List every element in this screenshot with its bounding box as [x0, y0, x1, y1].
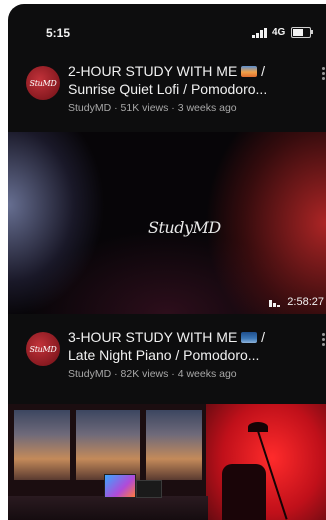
video-item[interactable]: StuMD 2-HOUR STUDY WITH ME / Sunrise Qui…	[8, 58, 326, 132]
phone-screen: 5:15 4G StuMD 2-HOUR STUDY WITH ME / Sun…	[8, 4, 326, 520]
video-title-suffix: /	[261, 63, 265, 79]
video-title[interactable]: 2-HOUR STUDY WITH ME / Sunrise Quiet Lof…	[68, 62, 318, 98]
video-meta: StudyMD · 51K views · 3 weeks ago	[68, 102, 237, 114]
more-vert-icon[interactable]	[322, 66, 326, 84]
status-bar: 5:15 4G	[8, 4, 326, 52]
video-title[interactable]: 3-HOUR STUDY WITH ME / Late Night Piano …	[68, 328, 318, 364]
video-item[interactable]: StuMD 3-HOUR STUDY WITH ME / Late Night …	[8, 324, 326, 398]
monitor	[136, 480, 162, 498]
network-type: 4G	[272, 27, 286, 38]
window-pane	[146, 410, 202, 480]
status-time: 5:15	[46, 26, 71, 40]
window-pane	[76, 410, 140, 480]
duration-text: 2:58:27	[287, 296, 324, 308]
channel-avatar[interactable]: StuMD	[26, 66, 60, 100]
lamp-head	[248, 422, 268, 432]
monitor	[104, 474, 136, 498]
video-title-line2: Late Night Piano / Pomodoro...	[68, 347, 260, 363]
video-title-line1: 3-HOUR STUDY WITH ME	[68, 329, 238, 345]
video-title-suffix: /	[261, 329, 265, 345]
battery-icon	[291, 27, 311, 38]
signal-bars-icon	[252, 28, 268, 38]
video-thumbnail[interactable]: StudyMD 2:58:27	[8, 132, 326, 314]
desk	[8, 496, 208, 520]
video-title-line1: 2-HOUR STUDY WITH ME	[68, 63, 238, 79]
sunrise-emoji-icon	[241, 66, 258, 77]
duration-badge: 2:58:27	[269, 296, 324, 308]
thumbnail-watermark: StudyMD	[148, 218, 221, 237]
battery-tip	[311, 30, 313, 34]
chair	[222, 464, 266, 520]
channel-avatar[interactable]: StuMD	[26, 332, 60, 366]
night-city-emoji-icon	[241, 332, 258, 343]
video-meta: StudyMD · 82K views · 4 weeks ago	[68, 368, 237, 380]
window-pane	[14, 410, 70, 480]
video-title-line2: Sunrise Quiet Lofi / Pomodoro...	[68, 81, 268, 97]
audio-bars-icon	[269, 297, 281, 307]
more-vert-icon[interactable]	[322, 332, 326, 350]
video-thumbnail[interactable]	[8, 404, 326, 520]
